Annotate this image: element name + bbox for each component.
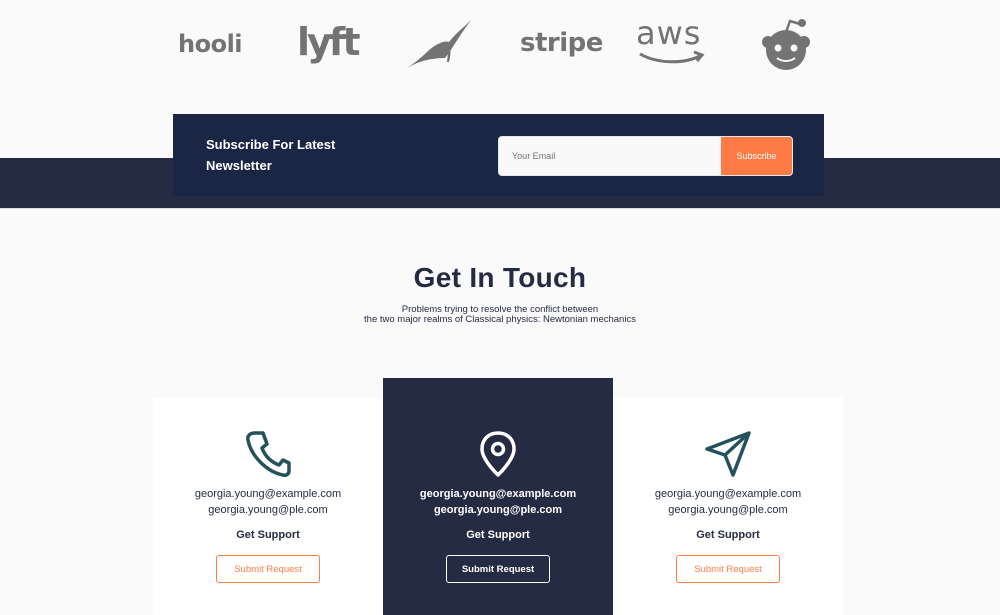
section-subtitle: Problems trying to resolve the conflict …: [364, 304, 636, 325]
newsletter-form: Subscribe: [498, 136, 793, 176]
contact-card-send: georgia.young@example.com georgia.young@…: [613, 397, 843, 615]
newsletter-box: Subscribe For Latest Newsletter Subscrib…: [173, 114, 824, 196]
submit-request-button[interactable]: Submit Request: [216, 555, 320, 583]
submit-request-button[interactable]: Submit Request: [676, 555, 780, 583]
section-divider: [0, 208, 1000, 209]
hooli-logo: hooli: [178, 30, 243, 58]
card-email-primary: georgia.young@example.com: [654, 488, 802, 500]
card-heading: Get Support: [466, 529, 530, 541]
card-email-secondary: georgia.young@ple.com: [433, 504, 563, 516]
card-heading: Get Support: [236, 529, 300, 541]
card-email-primary: georgia.young@example.com: [419, 488, 577, 500]
leaf-logo: [405, 18, 475, 75]
location-pin-icon: [478, 430, 518, 483]
subscribe-button[interactable]: Subscribe: [721, 137, 792, 175]
stripe-logo: stripe: [520, 28, 603, 58]
phone-icon: [243, 429, 293, 484]
submit-request-button[interactable]: Submit Request: [446, 555, 550, 583]
card-heading: Get Support: [696, 529, 760, 541]
contact-card-phone: georgia.young@example.com georgia.young@…: [153, 397, 383, 615]
reddit-logo: [760, 18, 812, 75]
aws-logo: aws: [636, 14, 708, 68]
partner-logos: hooli lyft stripe aws: [0, 0, 1000, 110]
card-email-secondary: georgia.young@ple.com: [668, 504, 788, 516]
card-email-primary: georgia.young@example.com: [194, 488, 342, 500]
lyft-logo: lyft: [297, 20, 360, 64]
card-email-secondary: georgia.young@ple.com: [208, 504, 328, 516]
newsletter-title: Subscribe For Latest Newsletter: [206, 137, 336, 173]
send-icon: [703, 429, 753, 484]
email-input[interactable]: [499, 137, 721, 175]
contact-card-location: georgia.young@example.com georgia.young@…: [383, 378, 613, 615]
section-title: Get In Touch: [413, 262, 587, 293]
